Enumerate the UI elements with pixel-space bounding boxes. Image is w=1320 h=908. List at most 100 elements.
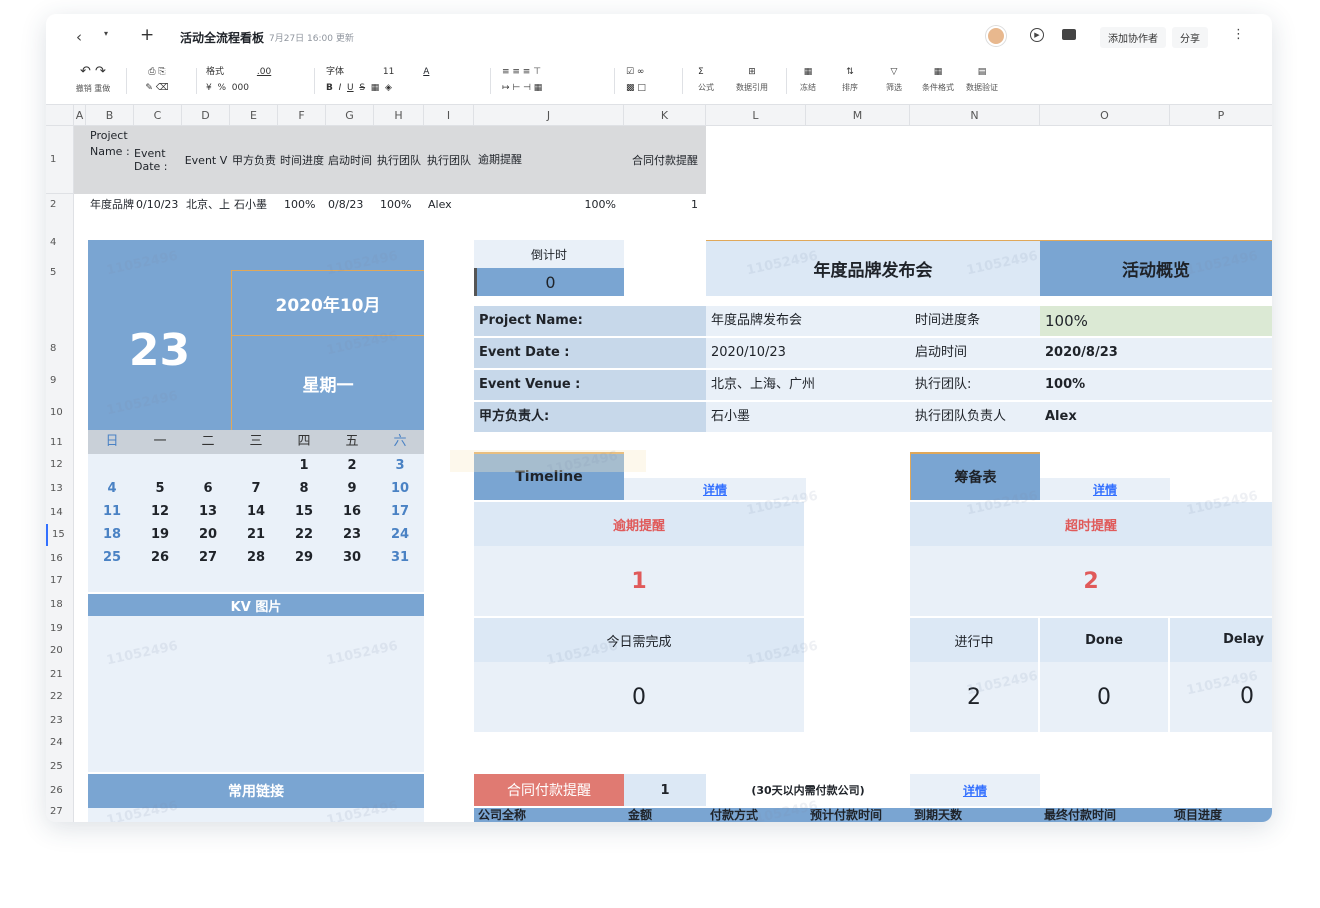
- timeline-detail-link[interactable]: 详情: [703, 481, 727, 498]
- calendar-date[interactable]: 1: [280, 454, 328, 477]
- calendar-date[interactable]: 27: [184, 546, 232, 569]
- data-cell[interactable]: 100%: [380, 194, 424, 216]
- row-number[interactable]: 13: [46, 478, 74, 500]
- comment-icon[interactable]: [1062, 29, 1076, 40]
- back-icon[interactable]: ‹: [76, 28, 82, 46]
- underline-icon[interactable]: U: [347, 83, 354, 93]
- calendar-date[interactable]: 5: [136, 477, 184, 500]
- calendar-date[interactable]: 20: [184, 523, 232, 546]
- percent-button[interactable]: %: [217, 83, 226, 93]
- header-cell[interactable]: 执行团队: [374, 126, 424, 194]
- info-value[interactable]: 2020/8/23: [1040, 338, 1272, 368]
- header-cell[interactable]: 时间进度: [278, 126, 326, 194]
- data-cell[interactable]: 北京、上: [186, 194, 230, 216]
- freeze-button[interactable]: 冻结: [796, 80, 820, 96]
- row-number[interactable]: 5: [46, 262, 74, 284]
- row-number[interactable]: 19: [46, 618, 74, 640]
- data-cell[interactable]: 100%: [284, 194, 326, 216]
- row-number[interactable]: 20: [46, 640, 74, 662]
- cond-format-button[interactable]: 条件格式: [918, 80, 958, 96]
- payment-column-header[interactable]: 公司全称: [474, 808, 624, 822]
- col-header[interactable]: O: [1040, 105, 1170, 126]
- calendar-date[interactable]: [184, 454, 232, 477]
- payment-column-header[interactable]: 到期天数: [910, 808, 1040, 822]
- data-cell[interactable]: 1: [624, 194, 698, 216]
- row-number[interactable]: 25: [46, 756, 74, 778]
- calendar-date[interactable]: 17: [376, 500, 424, 523]
- thousand-button[interactable]: 000: [232, 83, 249, 93]
- calendar-date[interactable]: 14: [232, 500, 280, 523]
- header-cell[interactable]: 逾期提醒: [478, 126, 624, 194]
- currency-button[interactable]: ¥: [206, 83, 212, 93]
- info-value[interactable]: 100%: [1040, 306, 1272, 336]
- font-size-select[interactable]: 11: [383, 67, 394, 77]
- data-cell[interactable]: 100%: [474, 194, 616, 216]
- row-number[interactable]: 17: [46, 570, 74, 592]
- fill-color-icon[interactable]: ◈: [385, 83, 392, 93]
- sum-icon[interactable]: Σ: [698, 67, 704, 77]
- data-valid-icon[interactable]: ▤: [978, 67, 987, 77]
- info-value[interactable]: Alex: [1040, 402, 1272, 432]
- info-value[interactable]: 2020/10/23: [706, 338, 910, 368]
- calendar-date[interactable]: [232, 454, 280, 477]
- present-icon[interactable]: ▶: [1030, 28, 1044, 42]
- calendar-date[interactable]: 9: [328, 477, 376, 500]
- font-color-icon[interactable]: A: [423, 67, 429, 77]
- sheet-grid[interactable]: 1 2 4 5 8 9 10 11 12 13 14 15 16 17 18 1…: [46, 126, 1272, 822]
- calendar-date[interactable]: 24: [376, 523, 424, 546]
- bold-icon[interactable]: B: [326, 83, 333, 93]
- data-cell[interactable]: 石小墨: [234, 194, 278, 216]
- countdown-value[interactable]: 0: [474, 268, 624, 296]
- col-header[interactable]: A: [74, 105, 86, 126]
- calendar-date[interactable]: 25: [88, 546, 136, 569]
- payment-column-header[interactable]: 预计付款时间: [806, 808, 910, 822]
- info-value[interactable]: 100%: [1040, 370, 1272, 400]
- calendar-date[interactable]: 7: [232, 477, 280, 500]
- font-select[interactable]: 字体: [326, 67, 344, 77]
- calendar-date[interactable]: [88, 454, 136, 477]
- row-number[interactable]: 12: [46, 454, 74, 476]
- col-header[interactable]: N: [910, 105, 1040, 126]
- info-value[interactable]: 北京、上海、广州: [706, 370, 910, 400]
- links-area[interactable]: [88, 808, 424, 822]
- format-select[interactable]: 格式: [206, 67, 224, 77]
- calendar-date[interactable]: 28: [232, 546, 280, 569]
- data-cell[interactable]: Alex: [428, 194, 474, 216]
- add-collaborator-button[interactable]: 添加协作者: [1100, 27, 1166, 48]
- doc-title[interactable]: 活动全流程看板: [180, 29, 264, 46]
- row-number[interactable]: 26: [46, 780, 74, 802]
- calendar-date[interactable]: 4: [88, 477, 136, 500]
- data-ref-button[interactable]: 数据引用: [732, 80, 772, 96]
- border-icon[interactable]: ▦: [371, 83, 380, 93]
- calendar-date[interactable]: 22: [280, 523, 328, 546]
- col-header[interactable]: I: [424, 105, 474, 126]
- decimal-button[interactable]: .00: [257, 67, 271, 77]
- col-header[interactable]: M: [806, 105, 910, 126]
- italic-icon[interactable]: I: [339, 83, 342, 93]
- add-icon[interactable]: +: [140, 25, 154, 45]
- calendar-date[interactable]: 3: [376, 454, 424, 477]
- row-number[interactable]: 14: [46, 502, 74, 524]
- header-cell[interactable]: 甲方负责: [230, 126, 278, 194]
- chevron-down-icon[interactable]: ▾: [104, 29, 108, 38]
- calendar-date[interactable]: 10: [376, 477, 424, 500]
- redo-button[interactable]: 重做: [94, 84, 110, 93]
- sort-button[interactable]: 排序: [838, 80, 862, 96]
- calendar-date[interactable]: 2: [328, 454, 376, 477]
- row-number[interactable]: 2: [46, 194, 74, 216]
- undo-icon[interactable]: ↶ ↷: [80, 64, 106, 79]
- row-number[interactable]: 9: [46, 370, 74, 392]
- chart-icon[interactable]: ▩ □: [626, 80, 666, 96]
- col-header[interactable]: P: [1170, 105, 1272, 126]
- align-icons[interactable]: ≡ ≡ ≡ ⊤: [502, 67, 541, 77]
- header-cell[interactable]: 执行团队: [424, 126, 474, 194]
- sort-icon[interactable]: ⇅: [846, 67, 854, 77]
- calendar-date[interactable]: 30: [328, 546, 376, 569]
- data-cell[interactable]: 年度品牌: [90, 194, 134, 216]
- calendar-date[interactable]: 26: [136, 546, 184, 569]
- col-header[interactable]: B: [86, 105, 134, 126]
- row-number[interactable]: 15: [46, 524, 74, 546]
- calendar-date[interactable]: 31: [376, 546, 424, 569]
- col-header[interactable]: H: [374, 105, 424, 126]
- payment-column-header[interactable]: 付款方式: [706, 808, 806, 822]
